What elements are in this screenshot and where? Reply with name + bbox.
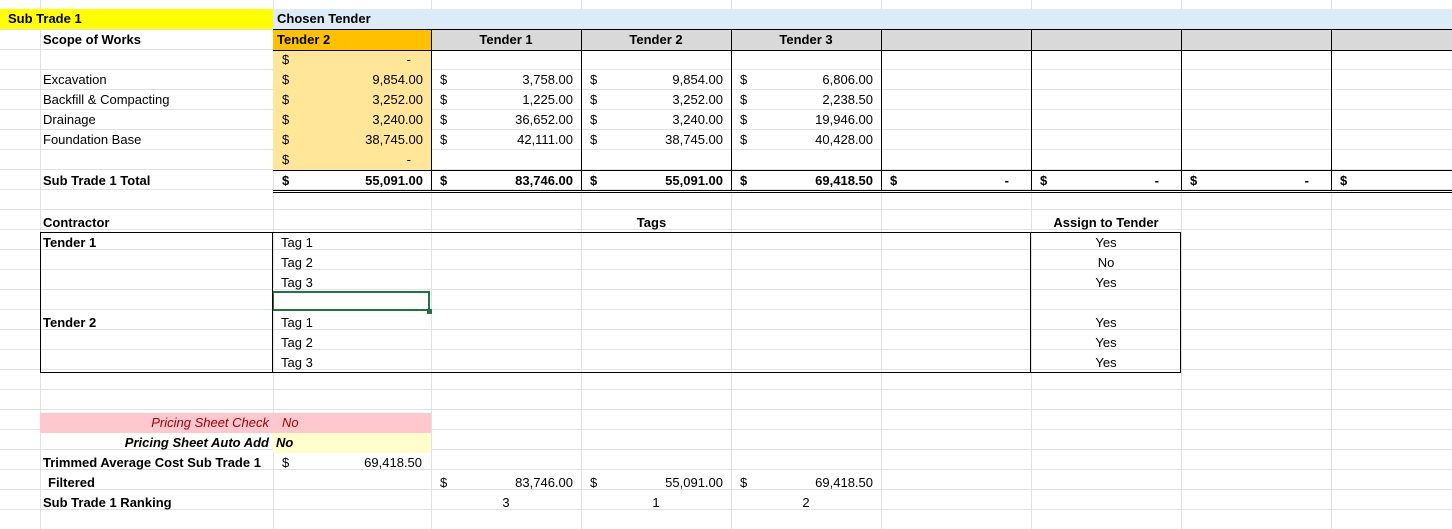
tag-item[interactable]: Tag 1 [281, 233, 313, 253]
scope-of-works-label[interactable]: Scope of Works [43, 30, 141, 50]
chosen-value[interactable]: 3,252.00 [273, 90, 423, 110]
tag-item[interactable]: Tag 3 [281, 273, 313, 293]
table-border [273, 190, 1452, 191]
total-t2[interactable]: 55,091.00 [581, 171, 723, 191]
sub-trade-title[interactable]: Sub Trade 1 [8, 9, 82, 29]
auto-add-label[interactable]: Pricing Sheet Auto Add [40, 433, 269, 453]
t1-value[interactable]: 42,111.00 [431, 130, 573, 150]
table-border [1181, 30, 1182, 190]
contractor-header[interactable]: Contractor [43, 213, 109, 233]
pricing-check-label[interactable]: Pricing Sheet Check [40, 413, 269, 433]
table-border [431, 30, 432, 190]
ranking-value[interactable]: 3 [431, 493, 581, 513]
assign-value[interactable]: Yes [1031, 353, 1181, 373]
chosen-value[interactable]: 9,854.00 [273, 70, 423, 90]
contractor-border [1180, 232, 1181, 373]
chosen-value[interactable]: - [273, 50, 411, 70]
t2-value[interactable]: 3,240.00 [581, 110, 723, 130]
ranking-value[interactable]: 1 [581, 493, 731, 513]
scope-item-name[interactable]: Drainage [43, 110, 96, 130]
table-border [1331, 30, 1332, 190]
tag-item[interactable]: Tag 2 [281, 253, 313, 273]
table-border [731, 30, 732, 190]
selected-cell[interactable] [272, 291, 430, 311]
selection-fill-handle[interactable] [427, 309, 432, 314]
tag-item[interactable]: Tag 3 [281, 353, 313, 373]
total-extra[interactable]: - [881, 171, 1009, 191]
table-border [273, 50, 1452, 51]
table-border [881, 30, 882, 190]
chosen-value[interactable]: 3,240.00 [273, 110, 423, 130]
ranking-label[interactable]: Sub Trade 1 Ranking [43, 493, 172, 513]
trimmed-label[interactable]: Trimmed Average Cost Sub Trade 1 [43, 453, 261, 473]
t2-value[interactable]: 9,854.00 [581, 70, 723, 90]
auto-add-fill [273, 433, 431, 453]
t1-value[interactable]: 3,758.00 [431, 70, 573, 90]
tender-3-header[interactable]: Tender 3 [731, 30, 881, 50]
tag-item[interactable]: Tag 1 [281, 313, 313, 333]
tags-header[interactable]: Tags [273, 213, 1030, 233]
t3-value[interactable]: 19,946.00 [731, 110, 873, 130]
assign-value[interactable]: Yes [1031, 233, 1181, 253]
chosen-tender-header-fill [273, 9, 1452, 29]
total-t1[interactable]: 83,746.00 [431, 171, 573, 191]
t3-value[interactable]: 40,428.00 [731, 130, 873, 150]
ranking-value[interactable]: 2 [731, 493, 881, 513]
t1-value[interactable]: 1,225.00 [431, 90, 573, 110]
total-currency: $ [1340, 173, 1348, 188]
tender-1-header[interactable]: Tender 1 [431, 30, 581, 50]
assign-value[interactable]: No [1031, 253, 1181, 273]
assign-header[interactable]: Assign to Tender [1031, 213, 1181, 233]
scope-item-name[interactable]: Excavation [43, 70, 107, 90]
t1-value[interactable]: 36,652.00 [431, 110, 573, 130]
contractor-border [1030, 232, 1031, 373]
tag-item[interactable]: Tag 2 [281, 333, 313, 353]
assign-value[interactable]: Yes [1031, 313, 1181, 333]
chosen-value[interactable]: - [273, 150, 411, 170]
table-border [273, 170, 1452, 171]
chosen-value[interactable]: 38,745.00 [273, 130, 423, 150]
total-extra[interactable]: - [1031, 171, 1159, 191]
contractor-border [272, 232, 273, 373]
t3-value[interactable]: 6,806.00 [731, 70, 873, 90]
tender-2-header[interactable]: Tender 2 [581, 30, 731, 50]
table-border [273, 29, 1452, 30]
total-chosen[interactable]: 55,091.00 [273, 171, 423, 191]
t2-value[interactable]: 3,252.00 [581, 90, 723, 110]
scope-item-name[interactable]: Backfill & Compacting [43, 90, 169, 110]
table-border [1031, 30, 1032, 190]
t2-value[interactable]: 38,745.00 [581, 130, 723, 150]
assign-value[interactable]: Yes [1031, 273, 1181, 293]
t3-value[interactable]: 2,238.50 [731, 90, 873, 110]
assign-value[interactable]: Yes [1031, 333, 1181, 353]
contractor-border [40, 372, 1181, 373]
trimmed-value[interactable]: 69,418.50 [282, 453, 422, 473]
contractor-border [40, 232, 1181, 233]
chosen-tender-value[interactable]: Tender 2 [277, 30, 330, 50]
filtered-value[interactable]: 83,746.00 [431, 473, 573, 493]
total-t3[interactable]: 69,418.50 [731, 171, 873, 191]
filtered-value[interactable]: 69,418.50 [731, 473, 873, 493]
total-label[interactable]: Sub Trade 1 Total [43, 171, 150, 191]
auto-add-value[interactable]: No [276, 433, 293, 453]
chosen-tender-label[interactable]: Chosen Tender [277, 9, 371, 29]
filtered-value[interactable]: 55,091.00 [581, 473, 723, 493]
total-extra[interactable]: - [1181, 171, 1309, 191]
pricing-check-value[interactable]: No [282, 413, 299, 433]
contractor-border [40, 232, 41, 373]
scope-item-name[interactable]: Foundation Base [43, 130, 141, 150]
contractor-name[interactable]: Tender 1 [43, 233, 96, 253]
table-border [273, 192, 1452, 193]
filtered-label[interactable]: Filtered [48, 473, 95, 493]
contractor-name[interactable]: Tender 2 [43, 313, 96, 333]
table-border [581, 30, 582, 190]
